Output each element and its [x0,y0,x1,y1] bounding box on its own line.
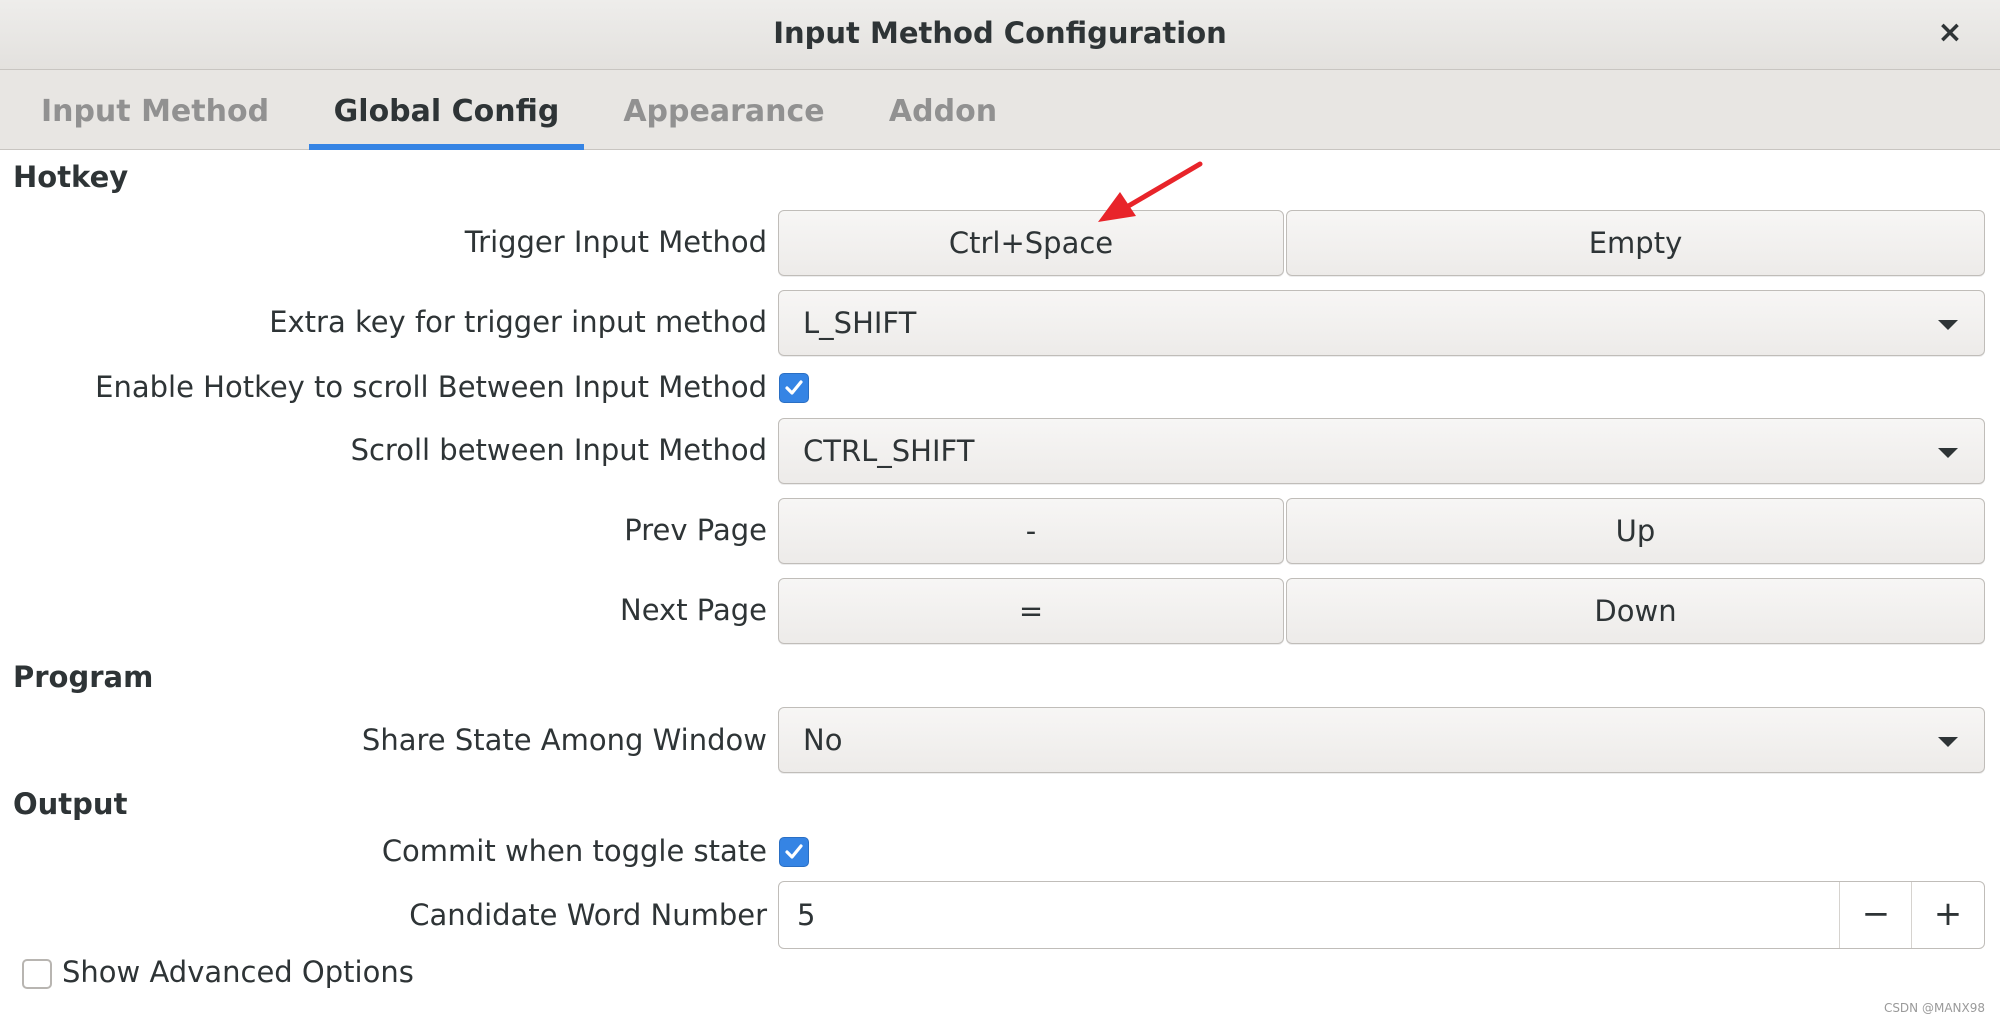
extra-key-value: L_SHIFT [803,306,917,340]
chevron-down-icon [1938,448,1958,458]
next-page-key2-button[interactable]: Down [1286,578,1985,644]
decrement-button[interactable]: − [1839,882,1912,948]
window-title: Input Method Configuration [773,16,1227,50]
title-bar: Input Method Configuration × [0,0,2000,70]
chevron-down-icon [1938,737,1958,747]
tab-addon[interactable]: Addon [878,70,1008,150]
hotkey-heading: Hotkey [13,160,129,194]
show-advanced-checkbox[interactable] [22,959,52,989]
annotation-arrow-icon [1098,161,1203,222]
trigger-key2-button[interactable]: Empty [1286,210,1985,276]
checkmark-icon [785,844,803,859]
commit-toggle-checkbox[interactable] [779,837,809,867]
next-page-label: Next Page [620,593,767,627]
program-heading: Program [13,660,154,694]
scroll-between-label: Scroll between Input Method [350,433,767,467]
chevron-down-icon [1938,320,1958,330]
watermark: CSDN @MANX98 [1883,1001,1985,1015]
close-icon[interactable]: × [1930,14,1970,52]
candidate-number-spinbox: 5 − + [778,881,1985,949]
prev-page-key1-button[interactable]: - [778,498,1284,564]
scroll-between-value: CTRL_SHIFT [803,434,975,468]
show-advanced-label: Show Advanced Options [62,955,414,989]
tab-input-method[interactable]: Input Method [30,70,280,150]
commit-toggle-label: Commit when toggle state [381,834,767,868]
tab-bar: Input Method Global Config Appearance Ad… [0,70,2000,150]
extra-key-label: Extra key for trigger input method [269,305,767,339]
prev-page-key2-button[interactable]: Up [1286,498,1985,564]
extra-key-dropdown[interactable]: L_SHIFT [778,290,1985,356]
share-state-label: Share State Among Window [361,723,767,757]
next-page-key1-button[interactable]: = [778,578,1284,644]
scroll-between-dropdown[interactable]: CTRL_SHIFT [778,418,1985,484]
increment-button[interactable]: + [1911,882,1984,948]
enable-scroll-label: Enable Hotkey to scroll Between Input Me… [95,370,767,404]
tab-appearance[interactable]: Appearance [612,70,836,150]
trigger-input-method-label: Trigger Input Method [464,225,767,259]
output-heading: Output [13,787,128,821]
candidate-number-value[interactable]: 5 [797,882,815,948]
share-state-dropdown[interactable]: No [778,707,1985,773]
share-state-value: No [803,723,843,757]
prev-page-label: Prev Page [624,513,767,547]
enable-scroll-checkbox[interactable] [779,373,809,403]
tab-global-config[interactable]: Global Config [309,70,584,150]
candidate-number-label: Candidate Word Number [409,898,767,932]
checkmark-icon [785,380,803,395]
